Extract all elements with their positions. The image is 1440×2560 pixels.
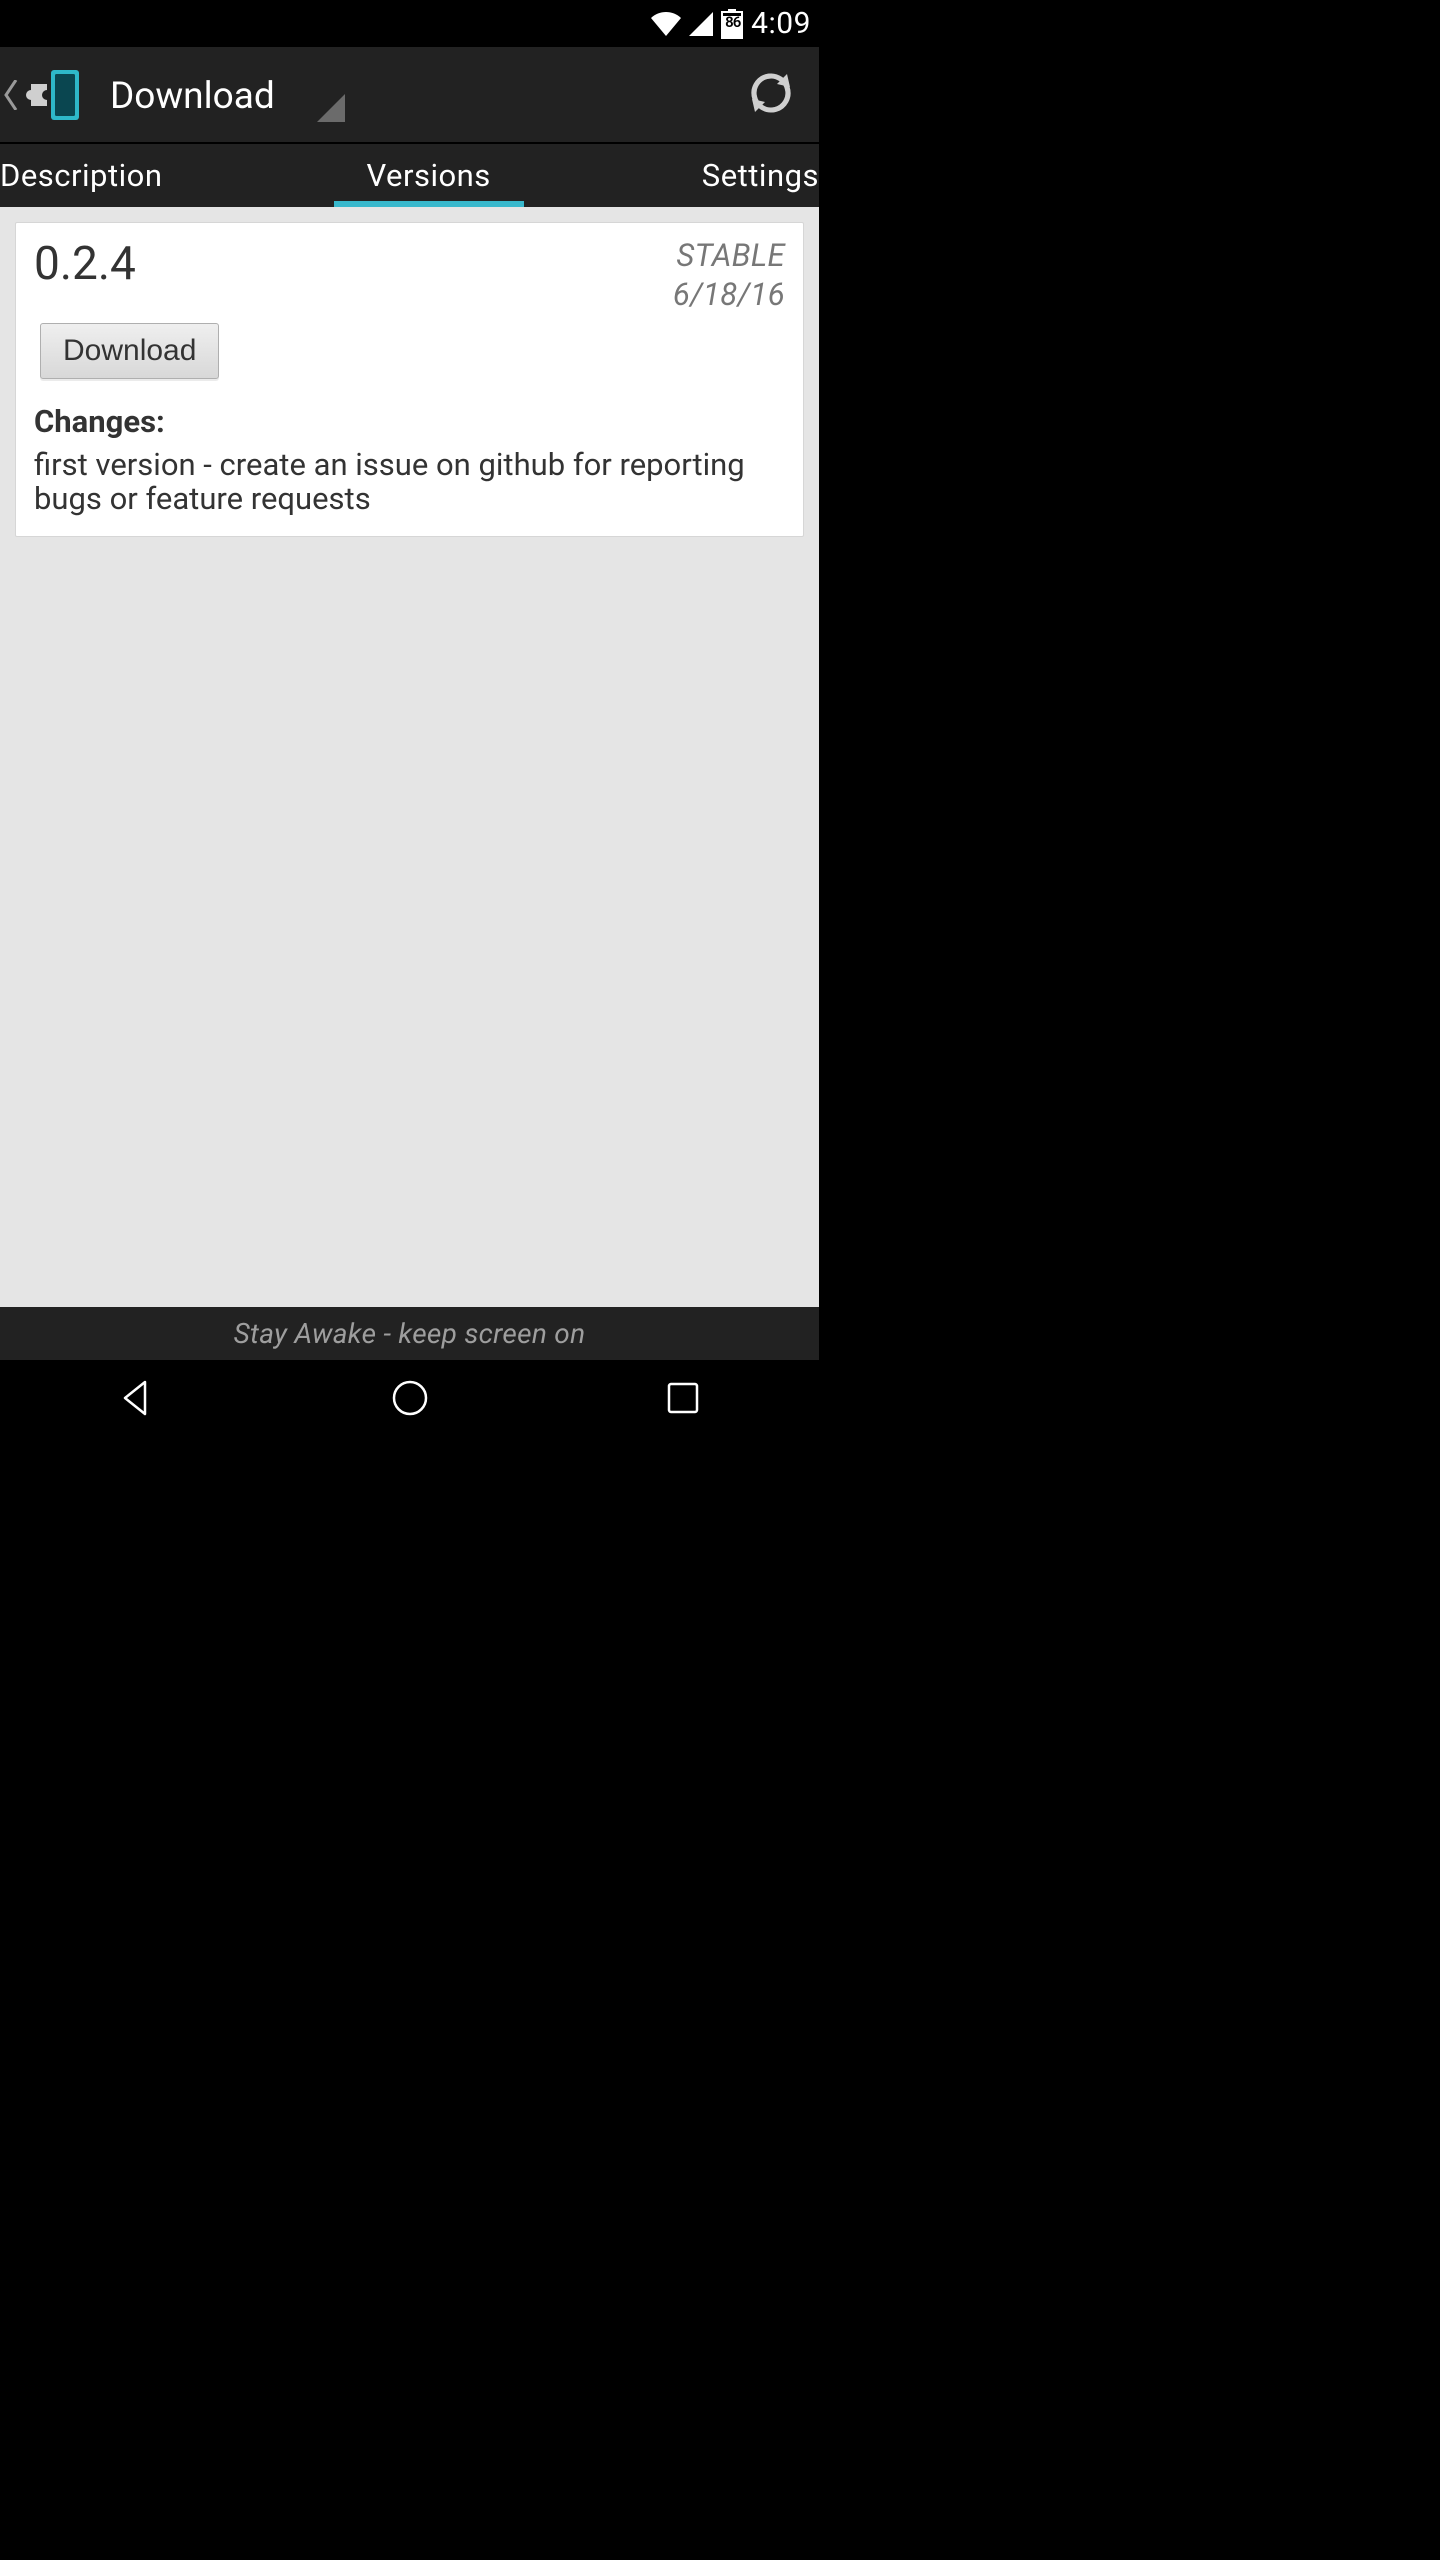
battery-percent: 86 xyxy=(725,13,740,31)
changes-body: first version - create an issue on githu… xyxy=(34,448,785,516)
dropdown-triangle-icon xyxy=(317,94,345,126)
action-bar-title: Download xyxy=(110,75,275,118)
wifi-icon xyxy=(651,12,681,36)
download-button[interactable]: Download xyxy=(40,323,219,379)
app-puzzle-icon xyxy=(24,66,82,124)
system-nav-bar xyxy=(0,1360,819,1440)
tab-label: Description xyxy=(0,157,162,194)
nav-home-icon xyxy=(391,1379,429,1421)
nav-back-button[interactable] xyxy=(57,1370,217,1430)
status-bar: 86 4:09 xyxy=(0,0,819,47)
content-area[interactable]: 0.2.4 STABLE 6/18/16 Download Changes: f… xyxy=(0,207,819,1307)
refresh-icon xyxy=(748,70,794,120)
nav-recent-button[interactable] xyxy=(603,1370,763,1430)
action-bar: Download xyxy=(0,47,819,143)
tab-description[interactable]: Description xyxy=(0,144,200,207)
back-button[interactable] xyxy=(0,47,92,142)
nav-recent-icon xyxy=(666,1381,700,1419)
footer-hint: Stay Awake - keep screen on xyxy=(0,1307,819,1360)
footer-hint-text: Stay Awake - keep screen on xyxy=(234,1317,586,1350)
nav-home-button[interactable] xyxy=(330,1370,490,1430)
tab-label: Settings xyxy=(702,157,819,194)
release-date: 6/18/16 xyxy=(673,276,785,313)
title-spinner[interactable]: Download xyxy=(92,47,345,142)
status-clock: 4:09 xyxy=(751,6,811,41)
cell-signal-icon xyxy=(689,12,713,36)
refresh-button[interactable] xyxy=(723,47,819,143)
version-number: 0.2.4 xyxy=(34,237,136,291)
nav-back-icon xyxy=(117,1378,157,1422)
back-caret-icon xyxy=(4,80,22,110)
tab-versions[interactable]: Versions xyxy=(200,144,656,207)
tab-strip: Description Versions Settings xyxy=(0,143,819,207)
tab-label: Versions xyxy=(366,157,490,194)
changes-heading: Changes: xyxy=(34,403,785,440)
version-card: 0.2.4 STABLE 6/18/16 Download Changes: f… xyxy=(15,222,804,537)
battery-icon: 86 xyxy=(721,9,743,39)
tab-settings[interactable]: Settings xyxy=(657,144,819,207)
stability-label: STABLE xyxy=(673,237,785,274)
